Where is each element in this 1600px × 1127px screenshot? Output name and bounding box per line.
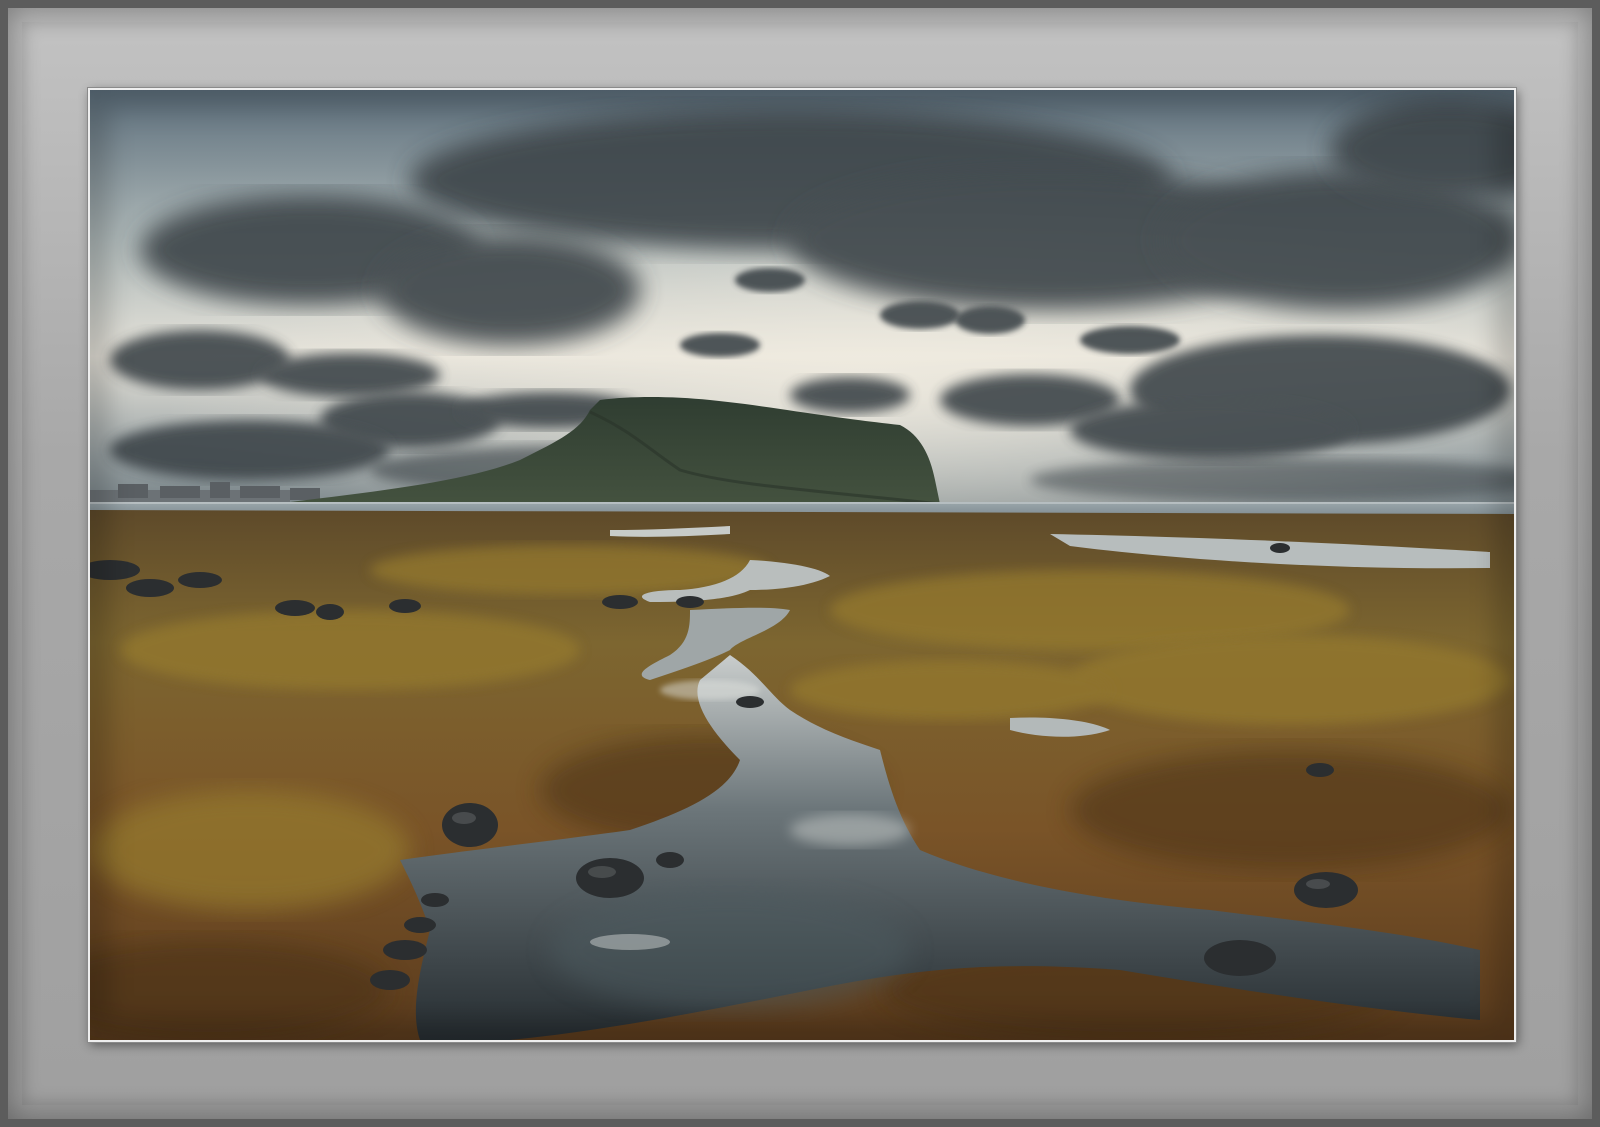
landscape-photo (88, 88, 1516, 1042)
